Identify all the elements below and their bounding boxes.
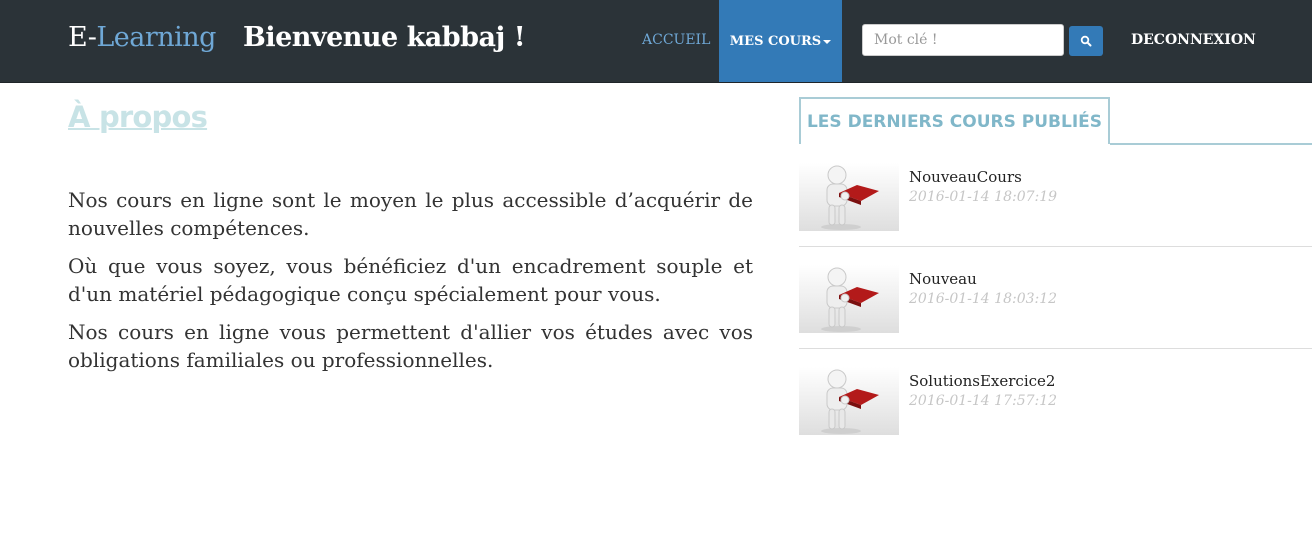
brand-prefix: E-: [68, 22, 97, 53]
latest-courses-list: NouveauCours 2016-01-14 18:07:19 Nouveau…: [799, 145, 1312, 450]
welcome-message: Bienvenue kabbaj !: [243, 22, 526, 53]
course-item[interactable]: NouveauCours 2016-01-14 18:07:19: [799, 145, 1312, 247]
course-thumbnail[interactable]: [799, 265, 899, 333]
course-date: 2016-01-14 18:07:19: [909, 189, 1058, 205]
nav-accueil-link[interactable]: ACCUEIL: [642, 32, 710, 48]
course-thumbnail[interactable]: [799, 367, 899, 435]
course-date: 2016-01-14 17:57:12: [909, 393, 1058, 409]
course-title[interactable]: SolutionsExercice2: [909, 372, 1055, 390]
course-title[interactable]: NouveauCours: [909, 168, 1022, 186]
course-title[interactable]: Nouveau: [909, 270, 977, 288]
course-item[interactable]: SolutionsExercice2 2016-01-14 17:57:12: [799, 349, 1312, 450]
brand-suffix: Learning: [96, 22, 216, 53]
mes-cours-label: MES COURS: [729, 33, 822, 49]
search-icon: [1080, 35, 1092, 47]
brand-logo[interactable]: E-Learning: [68, 22, 216, 53]
about-title: À propos: [68, 100, 208, 134]
about-text: Nos cours en ligne sont le moyen le plus…: [68, 186, 753, 384]
tab-latest-courses[interactable]: LES DERNIERS COURS PUBLIÉS: [799, 97, 1110, 144]
reading-figure-icon: [799, 163, 899, 231]
reading-figure-icon: [799, 367, 899, 435]
reading-figure-icon: [799, 265, 899, 333]
top-navbar: E-Learning Bienvenue kabbaj ! ACCUEIL ME…: [0, 0, 1312, 83]
about-paragraph: Où que vous soyez, vous bénéficiez d'un …: [68, 254, 753, 306]
course-date: 2016-01-14 18:03:12: [909, 291, 1058, 307]
caret-down-icon: [823, 40, 832, 44]
course-thumbnail[interactable]: [799, 163, 899, 231]
about-paragraph: Nos cours en ligne vous permettent d'all…: [68, 320, 753, 372]
search-input[interactable]: [862, 24, 1064, 56]
about-paragraph: Nos cours en ligne sont le moyen le plus…: [68, 188, 753, 240]
logout-link[interactable]: DECONNEXION: [1131, 32, 1256, 48]
search-button[interactable]: [1069, 26, 1103, 56]
course-item[interactable]: Nouveau 2016-01-14 18:03:12: [799, 247, 1312, 349]
nav-mes-cours-dropdown[interactable]: MES COURS: [719, 0, 842, 82]
